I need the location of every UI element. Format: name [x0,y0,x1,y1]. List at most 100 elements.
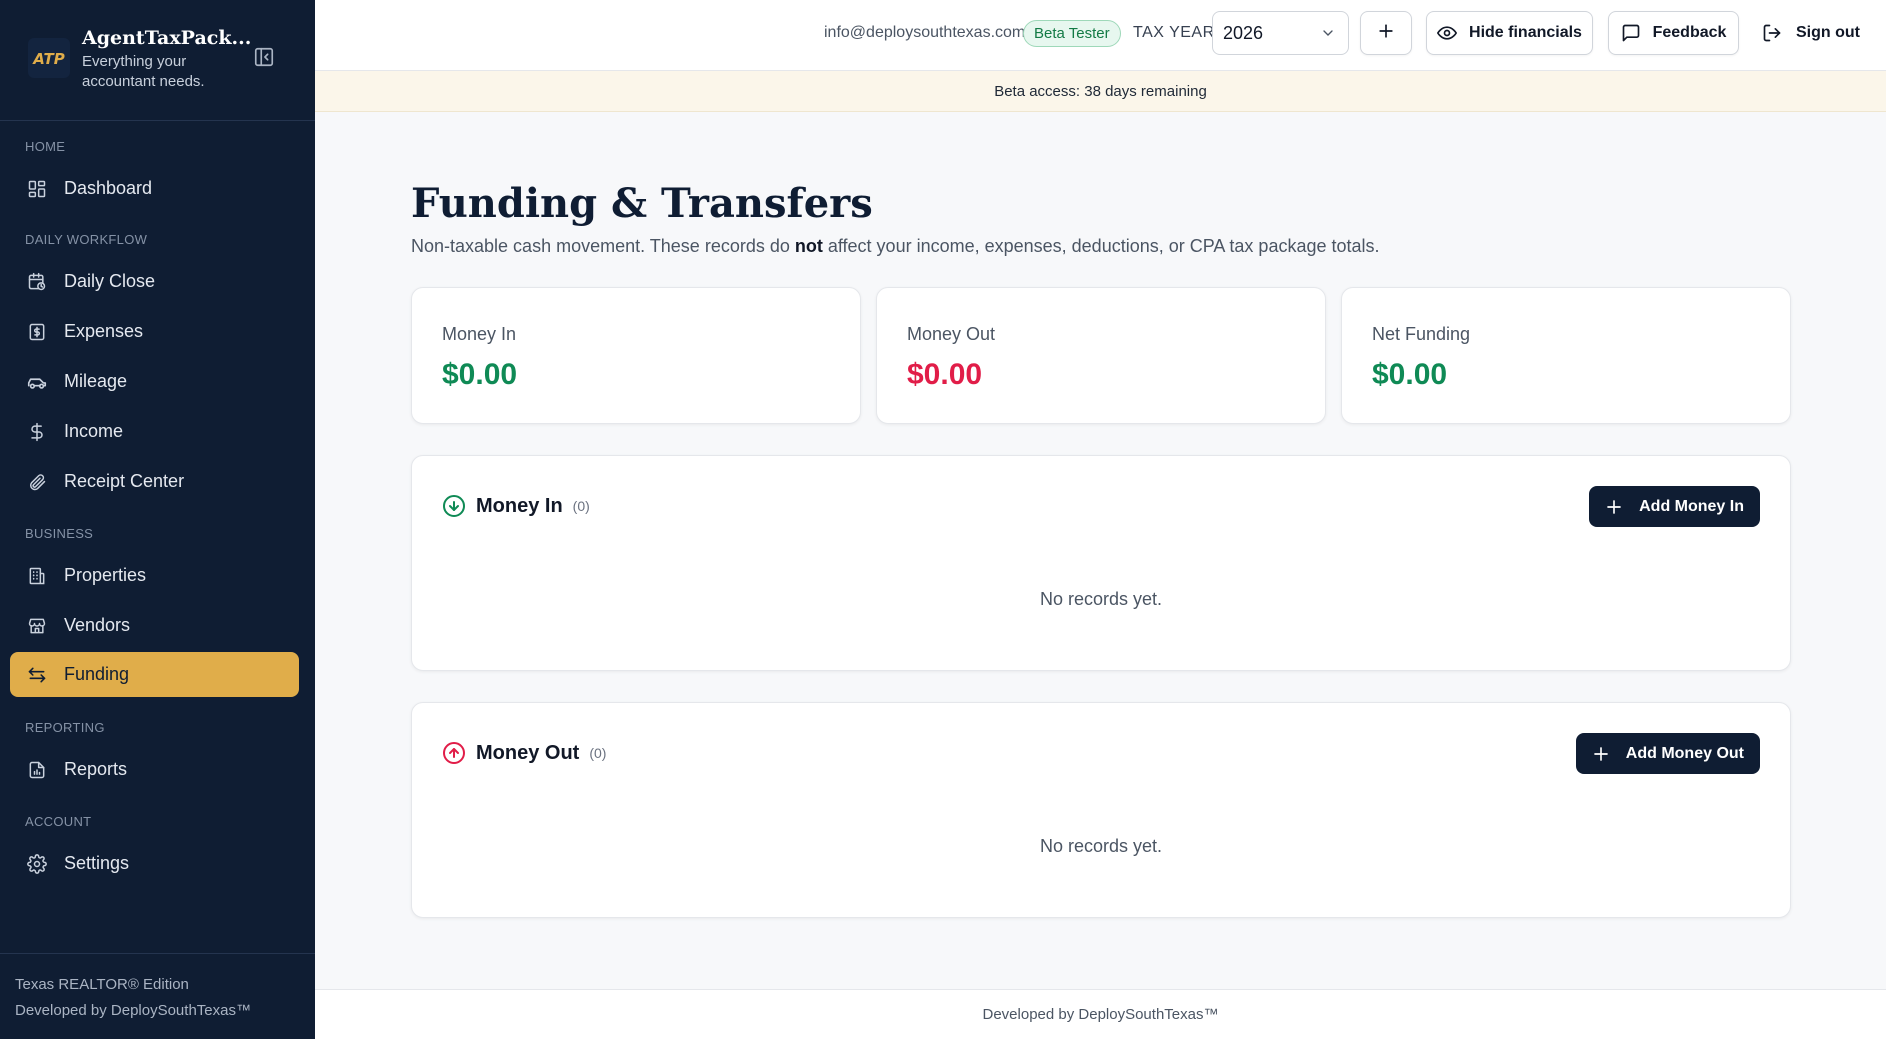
arrow-down-circle-icon [442,494,466,518]
page-subtitle: Non-taxable cash movement. These records… [411,236,1380,257]
brand-logo: ATP [28,38,70,78]
beta-tester-badge: Beta Tester [1023,20,1121,47]
gear-icon [26,853,48,875]
tax-year-value: 2026 [1223,22,1264,43]
feedback-label: Feedback [1652,24,1727,41]
page-footer: Developed by DeploySouthTexas™ [315,989,1886,1039]
sidebar-item-label: Income [64,421,124,441]
store-icon [26,615,48,637]
money-in-title: Money In [476,494,563,517]
sidebar-item-dashboard[interactable]: Dashboard [10,166,299,211]
tax-year-label: TAX YEAR [1133,24,1215,41]
brand-name: AgentTaxPack... [82,27,252,49]
money-out-panel: Money Out (0) Add Money Out No records y… [411,702,1791,918]
calendar-clock-icon [26,271,48,293]
message-square-icon [1621,23,1641,43]
developer-credit: Developed by DeploySouthTexas™ [15,1002,251,1019]
stat-card-net-funding: Net Funding $0.00 [1341,287,1791,424]
sidebar-item-label: Mileage [64,371,128,391]
beta-access-banner: Beta access: 38 days remaining [315,71,1886,112]
hide-financials-button[interactable]: Hide financials [1426,11,1593,55]
sidebar-item-reports[interactable]: Reports [10,747,299,792]
hide-financials-label: Hide financials [1469,24,1582,41]
sidebar-item-label: Properties [64,565,147,585]
sidebar-item-label: Dashboard [64,178,153,198]
sidebar-item-label: Reports [64,759,128,779]
money-out-title: Money Out [476,741,580,764]
plus-icon [1605,498,1623,516]
money-out-empty-state: No records yet. [1039,836,1163,856]
page-title: Funding & Transfers [411,180,873,227]
building-icon [26,565,48,587]
eye-icon [1437,23,1458,43]
brand-logo-text: ATP [32,50,64,68]
top-bar: info@deploysouthtexas.com Beta Tester TA… [315,0,1886,71]
feedback-button[interactable]: Feedback [1608,11,1739,55]
stat-value: $0.00 [442,358,518,391]
sidebar-item-label: Settings [64,853,130,873]
sidebar-item-daily-close[interactable]: Daily Close [10,259,299,304]
sidebar-item-expenses[interactable]: Expenses [10,309,299,354]
sidebar-item-label: Receipt Center [64,471,185,491]
sidebar-item-mileage[interactable]: Mileage [10,359,299,404]
sidebar-footer: Texas REALTOR® Edition Developed by Depl… [0,953,315,1039]
sign-out-button[interactable]: Sign out [1762,11,1860,55]
section-home: HOME [25,139,66,154]
paperclip-icon [26,471,48,493]
section-reporting: REPORTING [25,720,105,735]
brand-tagline: Everything your accountant needs. [82,53,205,90]
collapse-sidebar-icon[interactable] [253,46,275,68]
stat-value: $0.00 [1372,358,1448,391]
plus-icon [1376,21,1396,46]
add-money-in-button[interactable]: Add Money In [1589,486,1760,527]
plus-icon [1592,745,1610,763]
section-business: BUSINESS [25,526,94,541]
tax-year-select[interactable]: 2026 [1212,11,1349,55]
add-tax-year-button[interactable] [1360,11,1412,55]
user-email: info@deploysouthtexas.com [824,24,1026,41]
log-out-icon [1762,23,1782,43]
section-account: ACCOUNT [25,814,92,829]
stat-label: Net Funding [1372,324,1471,344]
sidebar-item-receipt-center[interactable]: Receipt Center [10,459,299,504]
receipt-dollar-icon [26,321,48,343]
dashboard-icon [26,178,48,200]
transfer-arrows-icon [26,664,48,686]
money-out-heading: Money Out (0) [442,741,606,765]
sidebar-item-label: Expenses [64,321,144,341]
sign-out-label: Sign out [1796,24,1860,41]
subtitle-part-2: affect your income, expenses, deductions… [822,236,1380,256]
stat-value: $0.00 [907,358,983,391]
stat-label: Money Out [907,324,996,344]
money-in-panel: Money In (0) Add Money In No records yet… [411,455,1791,671]
sidebar-item-income[interactable]: Income [10,409,299,454]
stat-label: Money In [442,324,517,344]
add-money-out-button[interactable]: Add Money Out [1575,733,1760,774]
arrow-up-circle-icon [442,741,466,765]
sidebar: ATP AgentTaxPack... Everything your acco… [0,0,315,1039]
money-in-count: (0) [572,498,590,514]
sidebar-item-funding[interactable]: Funding [10,652,299,697]
add-money-in-label: Add Money In [1639,497,1744,515]
sidebar-item-properties[interactable]: Properties [10,553,299,598]
report-icon [26,759,48,781]
stat-card-money-out: Money Out $0.00 [876,287,1326,424]
money-out-count: (0) [589,745,607,761]
edition-label: Texas REALTOR® Edition [15,976,189,993]
dollar-icon [26,421,48,443]
add-money-out-label: Add Money Out [1625,744,1744,762]
subtitle-part-1: Non-taxable cash movement. These records… [411,236,795,256]
brand-header: ATP AgentTaxPack... Everything your acco… [0,0,315,121]
car-icon [26,371,48,393]
stat-card-money-in: Money In $0.00 [411,287,861,424]
money-in-heading: Money In (0) [442,494,590,518]
chevron-down-icon [1320,25,1336,41]
sidebar-item-vendors[interactable]: Vendors [10,603,299,648]
sidebar-item-label: Funding [64,664,130,684]
sidebar-item-label: Daily Close [64,271,156,291]
sidebar-item-label: Vendors [64,615,131,635]
subtitle-emphasis: not [794,236,823,256]
money-in-empty-state: No records yet. [1039,589,1163,609]
sidebar-item-settings[interactable]: Settings [10,841,299,886]
section-daily-workflow: DAILY WORKFLOW [25,232,148,247]
